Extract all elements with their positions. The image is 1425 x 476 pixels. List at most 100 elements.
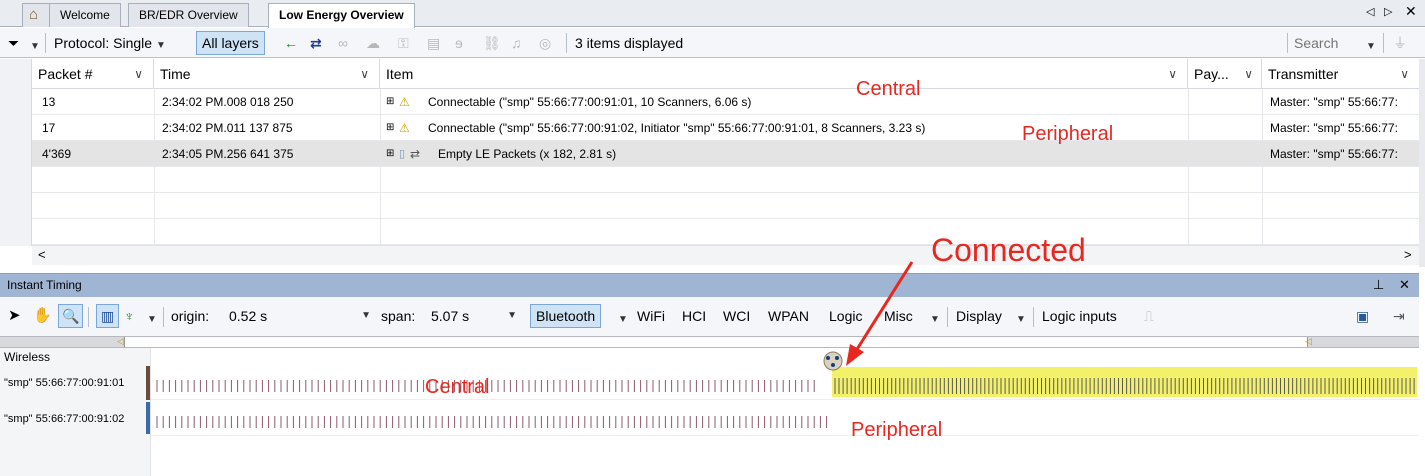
music-icon[interactable]: ♫ — [511, 32, 522, 54]
track-label-peripheral[interactable]: "smp" 55:66:77:00:91:02 — [0, 412, 151, 426]
packet-time: 2:34:05 PM.256 641 375 — [162, 147, 294, 161]
column-payload[interactable]: Pay... ∨ — [1188, 59, 1262, 89]
separator — [566, 33, 567, 53]
column-transmitter[interactable]: Transmitter ∨ — [1262, 59, 1419, 89]
grid-corner — [0, 59, 32, 89]
left-marker-icon[interactable]: ◁ — [117, 336, 124, 347]
logic-inputs-menu[interactable]: Logic inputs — [1042, 305, 1117, 327]
zoom-icon[interactable]: 🔍 — [58, 304, 84, 328]
wci-menu[interactable]: WCI — [723, 305, 750, 327]
grid-header: Packet # ∨ Time ∨ Item ∨ Pay... ∨ Transmitte… — [0, 59, 1425, 89]
close-tab-icon[interactable]: ✕ — [1405, 3, 1417, 20]
annotation-connected: Connected — [931, 232, 1086, 268]
tab-low-energy-overview[interactable]: Low Energy Overview — [268, 3, 415, 28]
close-icon[interactable]: ✕ — [1399, 277, 1410, 293]
protocol-dropdown[interactable]: Protocol: Single ▼ — [54, 32, 166, 54]
main-toolbar: ⏷ ▼ Protocol: Single ▼ All layers ← ⇄ ∞ … — [0, 28, 1425, 58]
display-menu[interactable]: Display — [956, 305, 1002, 327]
timing-plot[interactable] — [151, 348, 1419, 476]
antenna-tool-icon[interactable]: ♆ — [124, 305, 135, 327]
origin-select[interactable]: 0.52 s ▼ — [229, 305, 375, 327]
expand-icon[interactable]: ⊞ — [386, 115, 394, 141]
packet-item: Connectable ("smp" 55:66:77:00:91:02, In… — [428, 121, 926, 135]
scroll-tabs-left-icon[interactable]: ◁ — [1366, 5, 1374, 18]
pointer-icon[interactable]: ➤ — [8, 305, 21, 327]
scroll-tabs-right-icon[interactable]: ▷ — [1384, 5, 1392, 18]
instant-timing-toolbar: ➤ ✋ 🔍 ▥ ♆ ▼ origin: 0.52 s ▼ span: 5.07 … — [0, 297, 1419, 337]
save-icon[interactable]: ▣ — [1356, 305, 1369, 327]
scroll-left-icon[interactable]: < — [38, 247, 46, 262]
misc-dropdown-icon[interactable]: ▼ — [930, 309, 940, 331]
expand-icon[interactable]: ⊞ — [386, 141, 394, 167]
column-item[interactable]: Item ∨ — [380, 59, 1188, 89]
wpan-menu[interactable]: WPAN — [768, 305, 809, 327]
table-row[interactable]: 4'369 2:34:05 PM.256 641 375 ⊞ ▯ ⇄ Empty… — [32, 141, 1419, 167]
link-icon[interactable]: ∞ — [338, 32, 348, 54]
bluetooth-dropdown-icon[interactable]: ▼ — [618, 309, 628, 331]
microphone-icon[interactable]: ⏚ — [1393, 32, 1407, 54]
expand-icon[interactable]: ⊞ — [386, 89, 394, 115]
column-time[interactable]: Time ∨ — [154, 59, 380, 89]
antenna-icon: ⚠ — [399, 95, 410, 109]
tab-home[interactable]: ⌂ — [22, 3, 50, 27]
chevron-down-icon: ∨ — [1244, 67, 1253, 81]
filter-icon[interactable]: ⏷ — [8, 32, 19, 54]
hand-icon[interactable]: ☁ — [366, 32, 380, 54]
network-icon[interactable]: ⛓ — [483, 32, 501, 54]
hci-menu[interactable]: HCI — [682, 305, 706, 327]
table-row[interactable]: 17 2:34:02 PM.011 137 875 ⊞ ⚠ Connectabl… — [32, 115, 1419, 141]
tab-welcome[interactable]: Welcome — [49, 3, 121, 27]
jump-end-icon[interactable]: ⇥ — [1393, 305, 1405, 327]
column-packet-number[interactable]: Packet # ∨ — [32, 59, 154, 89]
ear-icon[interactable]: ɘ — [455, 32, 463, 54]
span-select[interactable]: 5.07 s ▼ — [431, 305, 521, 327]
tab-bar: ⌂ Welcome BR/EDR Overview Low Energy Ove… — [0, 0, 1425, 28]
tab-bredr-overview[interactable]: BR/EDR Overview — [128, 3, 249, 27]
packet-item: Connectable ("smp" 55:66:77:00:91:01, 10… — [428, 95, 752, 109]
annotation-central-track: Central — [425, 376, 490, 398]
packet-number: 13 — [42, 95, 56, 109]
table-row[interactable]: 13 2:34:02 PM.008 018 250 ⊞ ⚠ Connectabl… — [32, 89, 1419, 115]
home-icon: ⌂ — [29, 6, 39, 23]
all-layers-button[interactable]: All layers — [196, 31, 265, 55]
annotation-peripheral: Peripheral — [1022, 123, 1114, 145]
scroll-right-icon[interactable]: > — [1404, 247, 1412, 262]
packet-item: Empty LE Packets (x 182, 2.81 s) — [438, 147, 617, 161]
separator — [1033, 307, 1034, 327]
search-dropdown-icon[interactable]: ▼ — [1366, 36, 1376, 58]
arrow-left-icon[interactable]: ← — [284, 32, 298, 54]
chevron-down-icon: ▼ — [155, 40, 166, 51]
packet-number: 4'369 — [42, 147, 71, 161]
origin-label: origin: — [171, 308, 210, 324]
track-label-central[interactable]: "smp" 55:66:77:00:91:01 — [0, 376, 151, 390]
table-row — [32, 167, 1419, 193]
document-icon[interactable]: ▤ — [427, 32, 440, 54]
chevron-down-icon: ∨ — [360, 67, 369, 81]
separator — [88, 307, 89, 327]
separator — [947, 307, 948, 327]
packet-transmitter: Master: "smp" 55:66:77: — [1270, 147, 1398, 161]
packet-time: 2:34:02 PM.011 137 875 — [162, 121, 293, 135]
key-icon[interactable]: ⚿ — [398, 32, 409, 54]
tool-dropdown-icon[interactable]: ▼ — [147, 309, 157, 331]
display-dropdown-icon[interactable]: ▼ — [1016, 309, 1026, 331]
waveform-icon[interactable]: ⎍ — [1144, 305, 1154, 327]
right-marker-icon[interactable]: ◁ — [1305, 336, 1312, 347]
swap-arrows-icon[interactable]: ⇄ — [310, 32, 322, 54]
chevron-down-icon: ∨ — [1168, 67, 1177, 81]
span-label: span: — [381, 308, 416, 324]
track-marker — [146, 366, 150, 400]
bluetooth-menu[interactable]: Bluetooth — [530, 304, 602, 328]
columns-icon[interactable]: ▥ — [96, 304, 120, 328]
track-marker — [146, 402, 150, 434]
filter-dropdown-icon[interactable]: ▼ — [30, 36, 40, 58]
wifi-menu[interactable]: WiFi — [637, 305, 665, 327]
horizontal-scrollbar[interactable]: < > — [32, 245, 1419, 265]
disc-icon[interactable]: ◎ — [539, 32, 551, 54]
ruler-range[interactable] — [124, 337, 1308, 347]
hand-icon[interactable]: ✋ — [33, 305, 52, 327]
pin-icon[interactable]: ⊥ — [1373, 277, 1384, 293]
timeline-ruler[interactable]: ◁ ◁ — [0, 336, 1419, 348]
search-input[interactable] — [1292, 31, 1358, 55]
vertical-scrollbar[interactable] — [1419, 59, 1425, 267]
